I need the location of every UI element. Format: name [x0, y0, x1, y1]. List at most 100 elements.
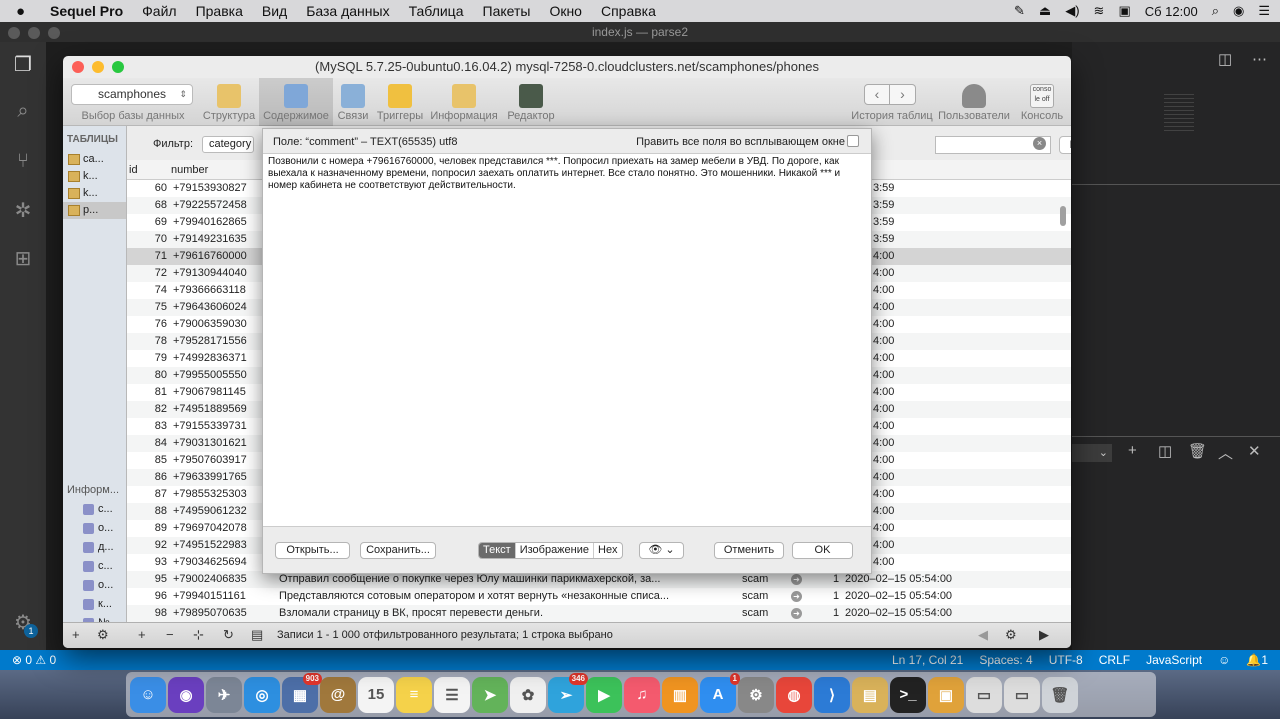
add-row-icon[interactable]: +	[138, 627, 146, 642]
cell-timestamp[interactable]: 4:00	[873, 401, 894, 418]
cell-number[interactable]: +79697042078	[173, 520, 247, 537]
toolbar-structure-button[interactable]: Структура	[199, 78, 259, 126]
table-row[interactable]: 96 +79940151161 Представляются сотовым опе…	[127, 588, 1071, 605]
cell-timestamp[interactable]: 4:00	[873, 554, 894, 571]
cell-number[interactable]: +79155339731	[173, 418, 247, 435]
cell-id[interactable]: 88	[127, 503, 167, 520]
cell-category[interactable]: scam	[742, 605, 768, 622]
app-store-icon[interactable]: A1	[700, 672, 740, 713]
quicklook-eye-icon[interactable]: 👁 ⌄	[639, 542, 684, 559]
cell-id[interactable]: 98	[127, 605, 167, 622]
menu-view[interactable]: Вид	[262, 3, 287, 19]
table-item[interactable]: ca...	[63, 151, 126, 168]
encoding-status[interactable]: UTF-8	[1049, 653, 1083, 667]
toolbar-users-button[interactable]: Пользователи	[937, 78, 1011, 126]
cell-number[interactable]: +79507603917	[173, 452, 247, 469]
extensions-icon[interactable]: ⊞	[10, 246, 36, 272]
cell-number[interactable]: +74951522983	[173, 537, 247, 554]
foreign-key-arrow-icon[interactable]: ➜	[791, 574, 802, 585]
menu-app-name[interactable]: Sequel Pro	[50, 3, 123, 19]
cell-timestamp[interactable]: 4:00	[873, 299, 894, 316]
toolbar-console-button[interactable]: conso le off Консоль	[1017, 78, 1067, 126]
cell-number[interactable]: +74951889569	[173, 401, 247, 418]
cell-id[interactable]: 69	[127, 214, 167, 231]
notifications-status[interactable]: 🔔1	[1246, 653, 1268, 667]
add-table-icon[interactable]: +	[72, 627, 80, 642]
cell-timestamp[interactable]: 4:00	[873, 452, 894, 469]
cell-number[interactable]: +79002406835	[173, 571, 247, 588]
cell-id[interactable]: 75	[127, 299, 167, 316]
cell-id[interactable]: 60	[127, 180, 167, 197]
cell-number[interactable]: +79633991765	[173, 469, 247, 486]
calendar-icon[interactable]: 15	[358, 676, 394, 713]
cell-number[interactable]: +79031301621	[173, 435, 247, 452]
cell-date[interactable]: 2020–02–15 05:54:00	[845, 605, 952, 622]
cell-date[interactable]: 2020–02–15 05:54:00	[845, 588, 952, 605]
cell-number[interactable]: +79149231635	[173, 231, 247, 248]
maps-icon[interactable]: ➤	[472, 676, 508, 713]
database-select[interactable]: scamphones ⇕	[71, 84, 193, 105]
cell-timestamp[interactable]: 4:00	[873, 248, 894, 265]
close-icon[interactable]	[8, 27, 20, 39]
contacts-icon[interactable]: @	[320, 676, 356, 713]
menu-bundles[interactable]: Пакеты	[483, 3, 531, 19]
column-header-id[interactable]: id	[129, 164, 138, 176]
cell-id[interactable]: 81	[127, 384, 167, 401]
siri-icon[interactable]: ◉	[168, 676, 204, 713]
prev-page-icon[interactable]: ◀	[978, 627, 988, 643]
cell-number[interactable]: +74959061232	[173, 503, 247, 520]
cell-id[interactable]: 85	[127, 452, 167, 469]
cell-number[interactable]: +79130944040	[173, 265, 247, 282]
field-value-textarea[interactable]: Позвонили с номера +79616760000, человек…	[263, 153, 871, 527]
cell-id[interactable]: 86	[127, 469, 167, 486]
archive-icon[interactable]: ▣	[928, 676, 964, 713]
toolbar-query-editor-button[interactable]: Редактор	[503, 78, 559, 126]
spotlight-icon[interactable]: ⌕	[1212, 3, 1219, 19]
cell-timestamp[interactable]: 4:00	[873, 503, 894, 520]
cell-number[interactable]: +74992836371	[173, 350, 247, 367]
minimap[interactable]	[1164, 94, 1194, 134]
next-page-icon[interactable]: ▶	[1039, 627, 1049, 643]
cell-number[interactable]: +79855325303	[173, 486, 247, 503]
finder-icon[interactable]: ☺	[130, 676, 166, 713]
indent-status[interactable]: Spaces: 4	[979, 653, 1032, 667]
cell-timestamp[interactable]: 4:00	[873, 469, 894, 486]
cell-id[interactable]: 93	[127, 554, 167, 571]
pagination-gear-icon[interactable]: ⚙	[1005, 627, 1017, 643]
delete-row-icon[interactable]: −	[166, 627, 174, 642]
cell-id[interactable]: 71	[127, 248, 167, 265]
table-actions-gear-icon[interactable]: ⚙	[97, 627, 109, 643]
export-icon[interactable]: ▤	[251, 627, 263, 643]
trash-icon[interactable]: 🗑	[1042, 676, 1078, 713]
cell-id[interactable]: 79	[127, 350, 167, 367]
edit-all-checkbox[interactable]	[847, 135, 859, 147]
foreign-key-arrow-icon[interactable]: ➜	[791, 591, 802, 602]
more-actions-icon[interactable]: ⋯	[1252, 50, 1267, 68]
cell-id[interactable]: 95	[127, 571, 167, 588]
duplicate-row-icon[interactable]: ⊹	[193, 627, 204, 643]
open-file-button[interactable]: Открыть...	[275, 542, 350, 559]
eol-status[interactable]: CRLF	[1099, 653, 1130, 667]
foreign-key-arrow-icon[interactable]: ➜	[791, 608, 802, 619]
status-extension-icon[interactable]: ✎	[1014, 3, 1025, 19]
minimize-icon[interactable]	[28, 27, 40, 39]
search-icon[interactable]: ⌕	[10, 98, 36, 124]
grid-scrollbar[interactable]	[1060, 206, 1066, 226]
telegram-icon[interactable]: ➢ 346	[548, 672, 588, 713]
cell-number[interactable]: +79006359030	[173, 316, 247, 333]
toolbar-triggers-button[interactable]: Триггеры	[373, 78, 427, 126]
cell-timestamp[interactable]: 4:00	[873, 316, 894, 333]
system-preferences-icon[interactable]: ⚙	[738, 676, 774, 713]
new-terminal-icon[interactable]: +	[1128, 442, 1137, 459]
cell-timestamp[interactable]: 4:00	[873, 350, 894, 367]
explorer-icon[interactable]: ❐	[10, 52, 36, 78]
cell-timestamp[interactable]: 4:00	[873, 333, 894, 350]
cell-id[interactable]: 74	[127, 282, 167, 299]
window-icon[interactable]: ▭	[966, 676, 1002, 713]
cell-flag[interactable]: 1	[833, 588, 839, 605]
zoom-icon[interactable]	[48, 27, 60, 39]
cell-timestamp[interactable]: 3:59	[873, 197, 894, 214]
cell-timestamp[interactable]: 4:00	[873, 537, 894, 554]
kill-terminal-icon[interactable]: 🗑	[1188, 442, 1207, 460]
cell-comment[interactable]: Взломали страницу в ВК, просят перевести…	[279, 605, 729, 622]
